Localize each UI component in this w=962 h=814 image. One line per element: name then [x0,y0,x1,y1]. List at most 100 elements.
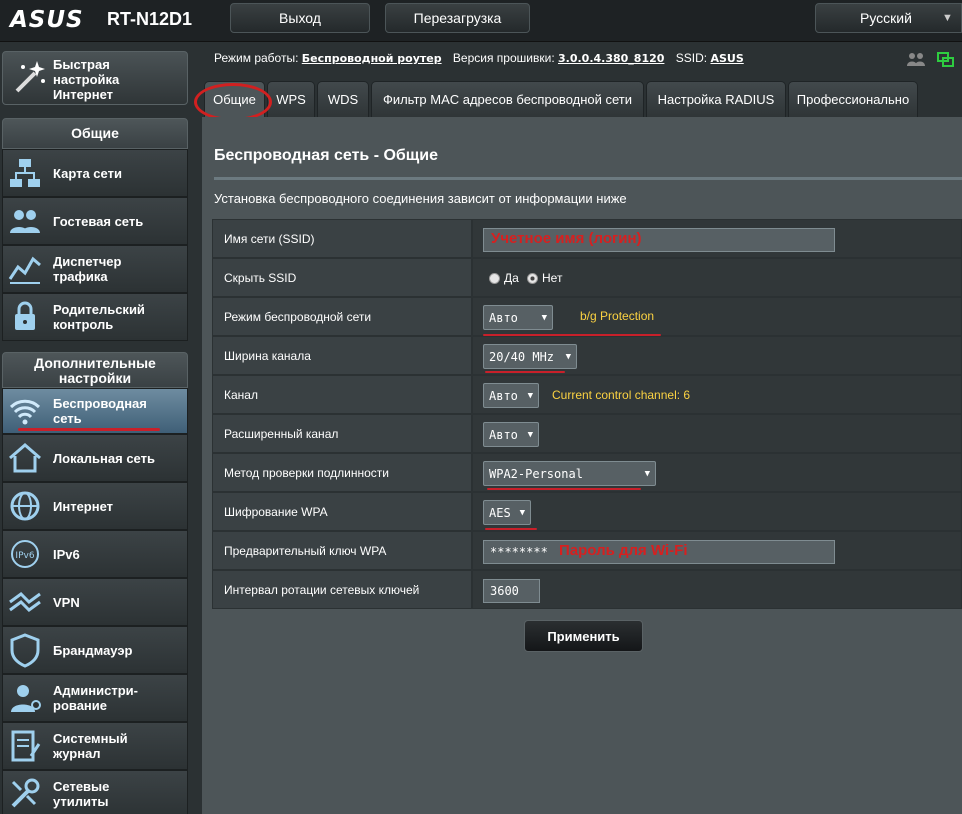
wireless-mode-label: Режим беспроводной сети [212,297,472,336]
chevron-down-icon: ▼ [565,351,571,362]
sidebar-item-network-tools[interactable]: Сетевые утилиты [2,770,188,814]
advanced-section-header: Дополнительные настройки [2,352,188,388]
chevron-down-icon: ▼ [527,429,533,440]
chevron-down-icon: ▼ [541,312,547,323]
table-row: Канал Авто ▼ Current control channel: 6 [212,375,962,414]
sidebar-item-lan[interactable]: Локальная сеть [2,434,188,482]
hide-ssid-label: Скрыть SSID [212,258,472,297]
wireless-highlight-underline [18,428,160,431]
tab-wps[interactable]: WPS [267,81,315,117]
wpa-key-annotation: Пароль для Wi-Fi [559,542,688,559]
chevron-down-icon: ▼ [519,507,525,518]
sidebar-item-administration[interactable]: Администри- рование [2,674,188,722]
table-row: Режим беспроводной сети Авто ▼ b/g Protec… [212,297,962,336]
clients-icon[interactable] [907,53,925,66]
firmware-label: Версия прошивки: [452,51,555,65]
channel-width-label: Ширина канала [212,336,472,375]
connection-status-icon[interactable] [937,52,954,67]
sidebar-item-firewall[interactable]: Брандмауэр [2,626,188,674]
network-tools-icon [11,778,40,808]
wireless-icon [9,399,41,425]
reboot-button[interactable]: Перезагрузка [385,3,530,33]
sidebar-item-label: Карта сети [53,165,122,181]
mode-label: Режим работы: [214,51,299,65]
sidebar-item-internet[interactable]: Интернет [2,482,188,530]
extension-channel-select[interactable]: Авто ▼ [483,422,539,447]
lan-home-icon [9,443,41,473]
hide-ssid-yes-radio[interactable]: Да [489,271,519,285]
quick-setup-button[interactable]: Быстрая настройка Интернет [2,51,188,105]
current-channel-label: Current control channel: 6 [552,388,691,402]
sidebar-item-label: VPN [53,594,80,610]
table-row: Интервал ротации сетевых ключей 3600 [212,570,962,609]
ssid-annotation: Учетное имя (логин) [491,230,642,247]
mode-link[interactable]: Беспроводной роутер [302,52,442,65]
ssid-label: SSID: [675,51,708,65]
sidebar-item-label: IPv6 [53,546,80,562]
sidebar-item-parental-control[interactable]: Родительский контроль [2,293,188,341]
apply-button[interactable]: Применить [524,620,643,652]
tab-wds[interactable]: WDS [317,81,369,117]
key-rotation-input[interactable]: 3600 [483,579,540,603]
tab-professional[interactable]: Профессионально [788,81,918,117]
table-row: Предварительный ключ WPA ******** Пароль… [212,531,962,570]
sidebar-item-label: Гостевая сеть [53,213,144,229]
tab-highlight-circle [194,83,272,121]
table-row: Расширенный канал Авто ▼ [212,414,962,453]
wpa-encryption-select[interactable]: AES ▼ [483,500,531,525]
firewall-shield-icon [10,633,40,668]
title-divider [214,177,962,180]
chevron-down-icon: ▼ [644,468,650,479]
brand-logo: ASUS [10,7,84,33]
channel-width-select[interactable]: 20/40 MHz ▼ [483,344,577,369]
language-value: Русский [860,10,912,26]
table-row: Скрыть SSID Да Нет [212,258,962,297]
sidebar-item-label: Беспроводная сеть [53,396,147,426]
sidebar-item-label: Диспетчер трафика [53,254,122,284]
chevron-down-icon: ▼ [941,12,953,24]
auth-method-select[interactable]: WPA2-Personal ▼ [483,461,656,486]
tab-radius[interactable]: Настройка RADIUS [646,81,786,117]
sidebar-item-vpn[interactable]: VPN [2,578,188,626]
sidebar-item-label: Системный журнал [53,731,128,761]
hide-ssid-no-radio[interactable]: Нет [527,271,562,285]
sidebar-item-system-log[interactable]: Системный журнал [2,722,188,770]
vpn-icon [9,592,41,612]
sidebar-item-label: Интернет [53,498,114,514]
traffic-manager-icon [8,256,41,284]
table-row: Шифрование WPA AES ▼ [212,492,962,531]
page-title: Беспроводная сеть - Общие [214,147,439,164]
sidebar-item-label: Брандмауэр [53,642,133,658]
network-map-icon [10,159,40,187]
quick-setup-label: Быстрая настройка Интернет [53,57,120,102]
key-rotation-label: Интервал ротации сетевых ключей [212,570,472,609]
globe-icon [10,491,40,521]
firmware-link[interactable]: 3.0.0.4.380_8120 [558,52,664,65]
sidebar-item-traffic-manager[interactable]: Диспетчер трафика [2,245,188,293]
table-row: Метод проверки подлинности WPA2-Personal… [212,453,962,492]
general-section-header: Общие [2,118,188,149]
ipv6-icon: IPv6 [11,540,39,568]
wireless-mode-select[interactable]: Авто ▼ [483,305,553,330]
sidebar-item-ipv6[interactable]: IPv6 IPv6 [2,530,188,578]
channel-label: Канал [212,375,472,414]
guest-network-icon [10,210,40,233]
sidebar-item-guest-network[interactable]: Гостевая сеть [2,197,188,245]
tab-mac-filter[interactable]: Фильтр MAC адресов беспроводной сети [371,81,644,117]
channel-select[interactable]: Авто ▼ [483,383,539,408]
model-name: RT-N12D1 [107,9,193,29]
logout-button[interactable]: Выход [230,3,370,33]
annotation-underline [487,488,641,490]
wpa-key-label: Предварительный ключ WPA [212,531,472,570]
status-icons [906,50,956,75]
extension-channel-label: Расширенный канал [212,414,472,453]
table-row: Ширина канала 20/40 MHz ▼ [212,336,962,375]
sidebar-item-network-map[interactable]: Карта сети [2,149,188,197]
magic-wand-icon [15,61,45,93]
annotation-underline [485,528,537,530]
sidebar-item-label: Администри- рование [53,683,138,713]
wpa-encryption-label: Шифрование WPA [212,492,472,531]
parental-control-icon [15,301,35,330]
ssid-link[interactable]: ASUS [710,52,743,65]
language-select[interactable]: Русский ▼ [815,3,962,33]
